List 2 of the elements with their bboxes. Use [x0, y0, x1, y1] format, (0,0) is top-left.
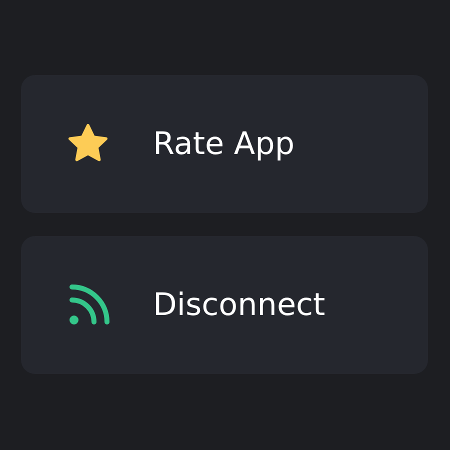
menu-item[interactable]: Disconnect [21, 236, 428, 374]
menu-item[interactable]: Rate App [21, 75, 428, 213]
